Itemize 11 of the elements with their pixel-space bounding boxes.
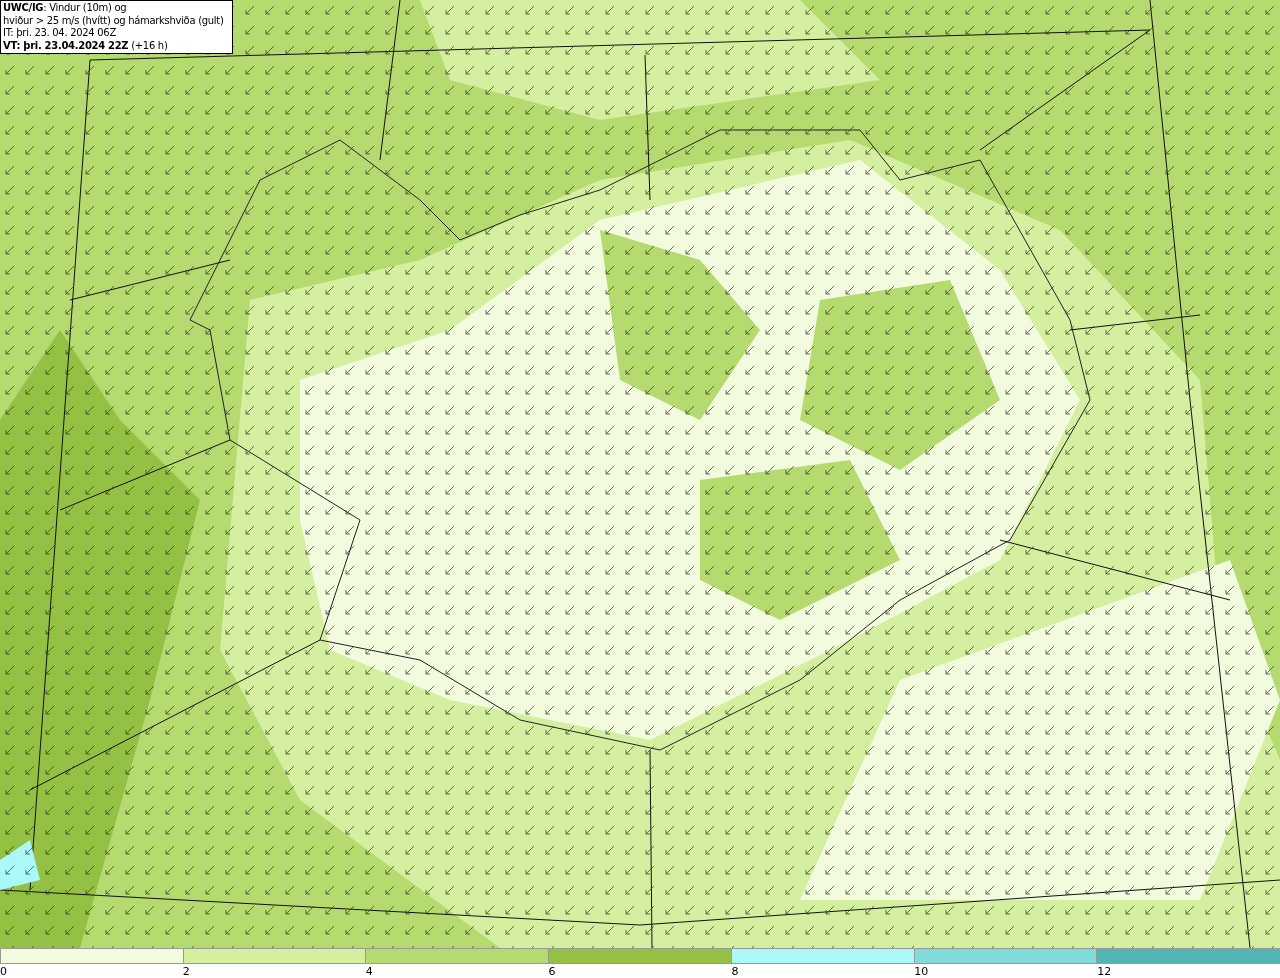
title-line: hviður > 25 m/s (hvítt) og hámarkshviða (gult) (3, 14, 225, 27)
title-line: VT: þri. 23.04.2024 22Z (+16 h) (3, 39, 169, 52)
legend-tick-label: 10 (914, 965, 929, 978)
legend-tick-label: 8 (731, 965, 739, 978)
title-line: IT: þri. 23. 04. 2024 06Z (3, 27, 117, 40)
legend-tick-label: 4 (365, 965, 373, 978)
legend-tick-label: 0 (0, 965, 7, 978)
legend-tick-label: 6 (548, 965, 556, 978)
legend-tick-label: 12 (1097, 965, 1112, 978)
title-line: UWC/IG: Vindur (10m) og (3, 2, 128, 15)
legend-tick-label: 2 (182, 965, 190, 978)
